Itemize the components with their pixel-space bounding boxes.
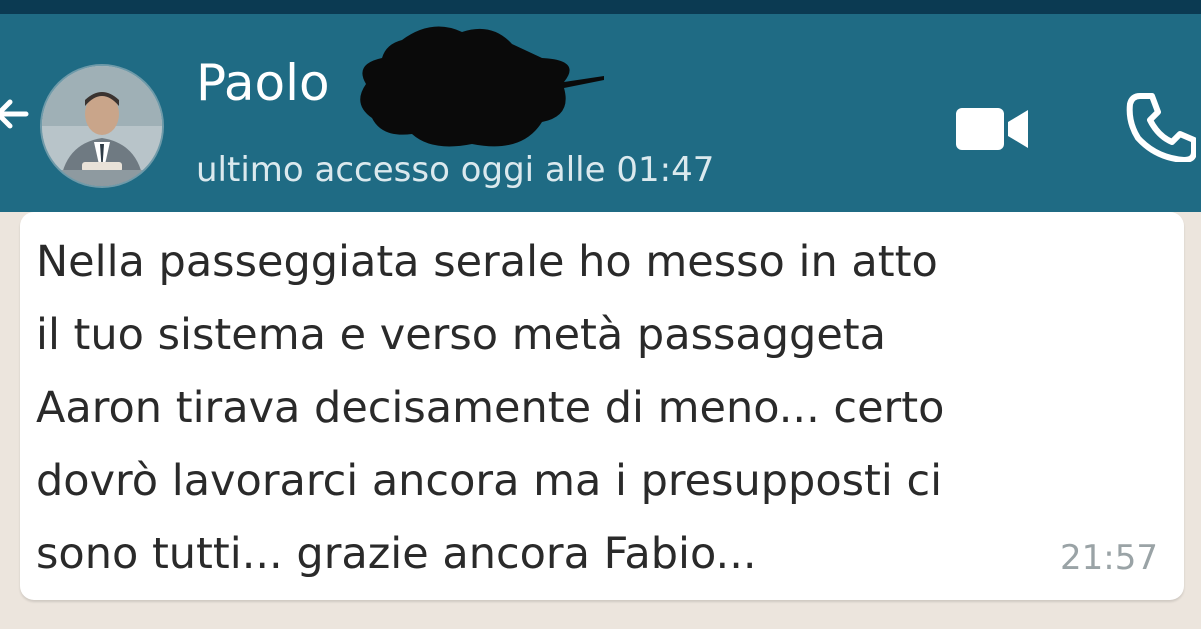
contact-name[interactable]: Paolo (196, 58, 330, 108)
message-timestamp: 21:57 (1060, 538, 1158, 578)
avatar[interactable] (42, 66, 162, 186)
video-camera-icon[interactable] (954, 106, 1030, 152)
incoming-message-bubble[interactable]: Nella passeggiata serale ho messo in att… (20, 212, 1184, 600)
last-seen-status: ultimo accesso oggi alle 01:47 (196, 150, 715, 190)
phone-icon[interactable] (1126, 92, 1196, 162)
arrow-back-icon[interactable] (0, 92, 32, 136)
status-bar (0, 0, 1201, 14)
chat-header: Paolo ultimo accesso oggi alle 01:47 (0, 14, 1201, 212)
message-text: Nella passeggiata serale ho messo in att… (36, 237, 945, 579)
redaction-scribble (360, 26, 604, 147)
